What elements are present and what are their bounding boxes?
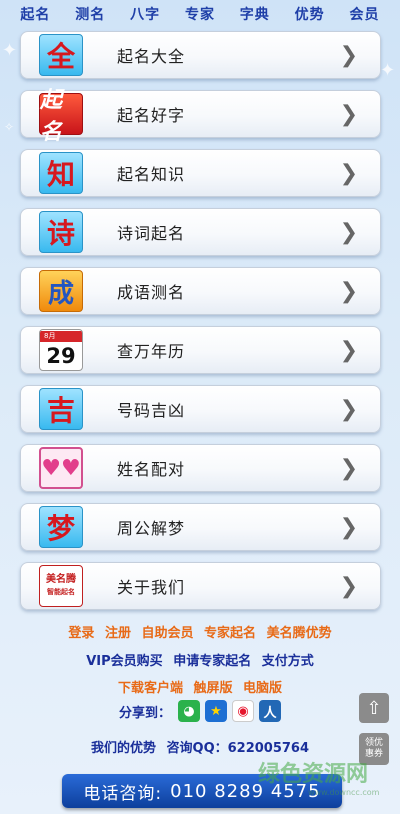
menu-item-about-us[interactable]: 美名腾 智能起名 关于我们 ❯ <box>20 562 381 610</box>
download-client-link[interactable]: 下载客户端 <box>118 681 183 696</box>
menu-item-label: 号码吉凶 <box>117 401 186 420</box>
menu-item-label: 查万年历 <box>117 342 186 361</box>
chevron-right-icon: ❯ <box>339 220 358 245</box>
qzone-star-icon[interactable]: ★ <box>205 700 227 722</box>
sparkle-decoration: ✧ <box>4 120 15 134</box>
call-label: 电话咨询: <box>83 783 163 804</box>
menu-item-wannianli[interactable]: 8月 29 查万年历 ❯ <box>20 326 381 374</box>
menu-item-haoma-jixiong[interactable]: 吉 号码吉凶 ❯ <box>20 385 381 433</box>
meng-icon: 梦 <box>39 506 83 548</box>
footer-links-row-3: 下载客户端 触屏版 电脑版 <box>0 677 400 696</box>
footer-links-row-2: VIP会员购买 申请专家起名 支付方式 <box>0 650 400 669</box>
menu-item-qiming-haozi[interactable]: 起名 起名好字 ❯ <box>20 88 381 145</box>
share-label: 分享到： <box>118 705 171 721</box>
menu-item-label: 起名知识 <box>117 165 186 184</box>
nav-youshi[interactable]: 优势 <box>295 4 325 24</box>
chevron-right-icon: ❯ <box>339 102 358 127</box>
coupon-button[interactable]: 领优惠券 <box>359 733 389 765</box>
chevron-right-icon: ❯ <box>339 456 358 481</box>
nav-ceming[interactable]: 测名 <box>75 4 105 24</box>
seal-brand-text: 美名腾 <box>46 574 76 585</box>
menu-item-label: 姓名配对 <box>117 460 186 479</box>
menu-item-label: 关于我们 <box>117 578 186 597</box>
our-advantages-link[interactable]: 我们的优势 <box>91 741 156 756</box>
phone-call-button[interactable]: 电话咨询: 010 8289 4575 <box>62 774 342 808</box>
phone-number: 010 8289 4575 <box>170 780 321 802</box>
chevron-right-icon: ❯ <box>339 338 358 363</box>
top-nav: 起名 测名 八字 专家 字典 优势 会员 <box>0 0 400 28</box>
meimingteng-seal-icon: 美名腾 智能起名 <box>39 565 83 607</box>
menu-item-zhougong-jiemeng[interactable]: 梦 周公解梦 ❯ <box>20 503 381 551</box>
nav-qiming[interactable]: 起名 <box>20 4 50 24</box>
hearts-icon: ♥♥ <box>39 447 83 489</box>
wechat-icon[interactable]: ◕ <box>178 700 200 722</box>
ji-icon: 吉 <box>39 388 83 430</box>
advantages-link[interactable]: 美名腾优势 <box>267 626 332 641</box>
menu-item-qiming-daquan[interactable]: 全 起名大全 ❯ <box>20 31 381 79</box>
chevron-right-icon: ❯ <box>339 161 358 186</box>
footer-links-row-5: 我们的优势 咨询QQ：622005764 <box>0 737 400 756</box>
menu-item-xingming-peidui[interactable]: ♥♥ 姓名配对 ❯ <box>20 444 381 492</box>
menu-item-label: 成语测名 <box>117 283 186 302</box>
renren-icon[interactable]: 人 <box>259 700 281 722</box>
zhi-icon: 知 <box>39 152 83 194</box>
nav-zidian[interactable]: 字典 <box>240 4 270 24</box>
seal-tagline-text: 智能起名 <box>47 588 75 596</box>
calendar-day: 29 <box>46 343 76 368</box>
sparkle-decoration: ✦ <box>380 60 396 81</box>
weibo-icon[interactable]: ◉ <box>232 700 254 722</box>
apply-expert-link[interactable]: 申请专家起名 <box>173 654 251 669</box>
payment-methods-link[interactable]: 支付方式 <box>262 654 314 669</box>
vip-purchase-link[interactable]: VIP会员购买 <box>86 654 162 669</box>
chevron-right-icon: ❯ <box>339 574 358 599</box>
qiming-calligraphy-icon: 起名 <box>39 88 83 145</box>
shi-icon: 诗 <box>39 211 83 253</box>
touch-version-link[interactable]: 触屏版 <box>193 681 232 696</box>
chevron-right-icon: ❯ <box>339 279 358 304</box>
register-link[interactable]: 注册 <box>105 626 131 641</box>
nav-bazi[interactable]: 八字 <box>130 4 160 24</box>
chevron-right-icon: ❯ <box>339 515 358 540</box>
menu-item-label: 起名大全 <box>117 47 186 66</box>
menu-item-label: 周公解梦 <box>117 519 186 538</box>
menu-item-label: 诗词起名 <box>117 224 186 243</box>
login-link[interactable]: 登录 <box>68 626 94 641</box>
sparkle-decoration: ✦ <box>2 40 18 61</box>
menu-item-chengyu-ceming[interactable]: 成 成语测名 ❯ <box>20 267 381 315</box>
menu-item-shici-qiming[interactable]: 诗 诗词起名 ❯ <box>20 208 381 256</box>
nav-zhuanjia[interactable]: 专家 <box>185 4 215 24</box>
menu-item-label: 起名好字 <box>117 106 186 125</box>
back-to-top-button[interactable]: ⇧ <box>359 693 389 723</box>
desktop-version-link[interactable]: 电脑版 <box>243 681 282 696</box>
chevron-right-icon: ❯ <box>339 397 358 422</box>
footer-links-row-1: 登录 注册 自助会员 专家起名 美名腾优势 <box>0 622 400 641</box>
calendar-month: 8月 <box>40 330 82 342</box>
quan-icon: 全 <box>39 34 83 76</box>
self-member-link[interactable]: 自助会员 <box>141 626 193 641</box>
qq-contact[interactable]: 咨询QQ：622005764 <box>167 741 310 756</box>
nav-huiyuan[interactable]: 会员 <box>349 4 379 24</box>
chevron-right-icon: ❯ <box>339 43 358 68</box>
share-row: 分享到： ◕ ★ ◉ 人 <box>0 700 400 722</box>
expert-naming-link[interactable]: 专家起名 <box>204 626 256 641</box>
menu-item-qiming-zhishi[interactable]: 知 起名知识 ❯ <box>20 149 381 197</box>
calendar-icon: 8月 29 <box>39 329 83 371</box>
chengyu-icon: 成 <box>39 270 83 312</box>
main-menu: 全 起名大全 ❯ 起名 起名好字 ❯ 知 起名知识 ❯ 诗 诗词起名 ❯ 成 成… <box>20 31 381 621</box>
